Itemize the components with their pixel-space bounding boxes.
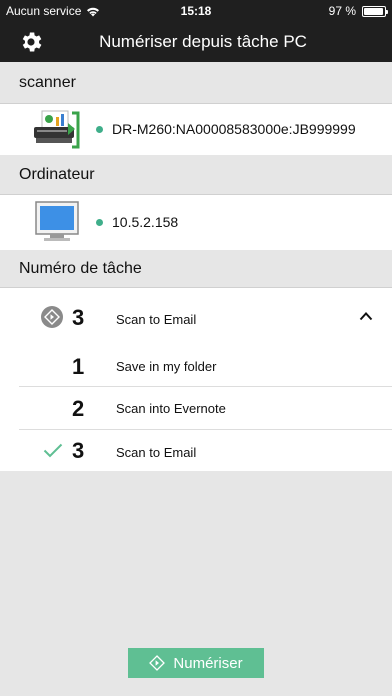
- scan-icon: [149, 655, 166, 671]
- battery-icon: [362, 5, 388, 17]
- task-option-3[interactable]: 3 Scan to Email: [0, 430, 392, 471]
- task-label: Scan to Email: [116, 445, 197, 460]
- page-title: Numériser depuis tâche PC: [99, 32, 307, 51]
- scan-button-label: Numériser: [173, 654, 243, 672]
- selected-task-number: 3: [72, 305, 85, 330]
- task-number: 2: [72, 396, 85, 421]
- status-bar: Aucun service 15:18 97 %: [0, 0, 392, 22]
- nav-bar: Numériser depuis tâche PC: [0, 22, 392, 62]
- selected-task-label: Scan to Email: [116, 312, 197, 327]
- task-option-2[interactable]: 2 Scan into Evernote: [0, 387, 392, 430]
- task-label: Scan into Evernote: [116, 401, 226, 416]
- task-option-1[interactable]: 1 Save in my folder: [0, 345, 392, 388]
- scan-button[interactable]: Numériser: [128, 648, 264, 678]
- checkmark-icon: [43, 443, 63, 458]
- computer-address: 10.5.2.158: [112, 214, 179, 230]
- start-task-icon: [41, 306, 63, 328]
- monitor-icon: [35, 201, 79, 241]
- task-selector[interactable]: 3 Scan to Email: [0, 288, 392, 345]
- task-section-header: Numéro de tâche: [0, 250, 392, 288]
- scanner-device-name: DR-M260:NA00008583000e:JB999999: [112, 121, 356, 137]
- battery-percent: 97 %: [328, 4, 356, 18]
- scanner-section-header: scanner: [0, 62, 392, 104]
- task-number: 1: [72, 354, 85, 379]
- scanner-status-dot: [96, 125, 103, 133]
- chevron-up-icon[interactable]: [359, 311, 373, 321]
- scanner-icon: [34, 110, 80, 149]
- task-label: Save in my folder: [116, 359, 217, 374]
- computer-status-dot: [96, 218, 103, 226]
- computer-section-header: Ordinateur: [0, 155, 392, 195]
- computer-row[interactable]: 10.5.2.158: [0, 195, 392, 250]
- scanner-row[interactable]: DR-M260:NA00008583000e:JB999999: [0, 104, 392, 155]
- task-number: 3: [72, 438, 85, 463]
